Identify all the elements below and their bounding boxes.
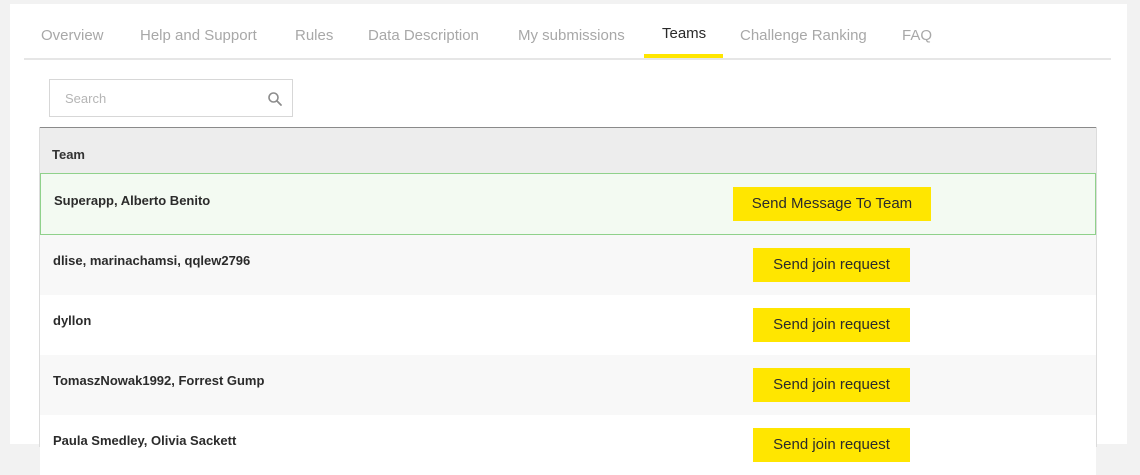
- challenge-card: Overview Help and Support Rules Data Des…: [10, 4, 1127, 475]
- table-row: dyllon Send join request: [40, 295, 1096, 355]
- search-input[interactable]: [50, 80, 265, 116]
- tab-rules[interactable]: Rules: [295, 27, 333, 45]
- tab-challenge-ranking[interactable]: Challenge Ranking: [740, 27, 867, 45]
- table-row: TomaszNowak1992, Forrest Gump Send join …: [40, 355, 1096, 415]
- table-header: Team: [40, 127, 1096, 173]
- team-column-header: Team: [52, 147, 85, 162]
- tab-my-submissions[interactable]: My submissions: [518, 27, 625, 45]
- send-join-request-button[interactable]: Send join request: [753, 428, 910, 462]
- active-tab-indicator: [644, 54, 723, 58]
- tab-data-description[interactable]: Data Description: [368, 27, 479, 45]
- team-name: Paula Smedley, Olivia Sackett: [53, 433, 237, 448]
- team-name: TomaszNowak1992, Forrest Gump: [53, 373, 265, 388]
- table-row: Paula Smedley, Olivia Sackett Send join …: [40, 415, 1096, 475]
- tab-overview[interactable]: Overview: [41, 27, 104, 45]
- tab-bar: Overview Help and Support Rules Data Des…: [24, 4, 1111, 60]
- team-name: Superapp, Alberto Benito: [54, 193, 211, 208]
- send-join-request-button[interactable]: Send join request: [753, 248, 910, 282]
- tab-teams[interactable]: Teams: [662, 25, 706, 43]
- team-name: dlise, marinachamsi, qqlew2796: [53, 253, 251, 268]
- search-box: [49, 79, 293, 117]
- table-row: Superapp, Alberto Benito Send Message To…: [40, 173, 1096, 235]
- send-join-request-button[interactable]: Send join request: [753, 368, 910, 402]
- table-row: dlise, marinachamsi, qqlew2796 Send join…: [40, 235, 1096, 295]
- send-join-request-button[interactable]: Send join request: [753, 308, 910, 342]
- send-message-to-team-button[interactable]: Send Message To Team: [733, 187, 931, 221]
- search-icon[interactable]: [267, 91, 283, 107]
- tab-faq[interactable]: FAQ: [902, 27, 932, 45]
- teams-table: Team Superapp, Alberto Benito Send Messa…: [39, 127, 1097, 475]
- team-name: dyllon: [53, 313, 92, 328]
- tab-help-and-support[interactable]: Help and Support: [140, 27, 257, 45]
